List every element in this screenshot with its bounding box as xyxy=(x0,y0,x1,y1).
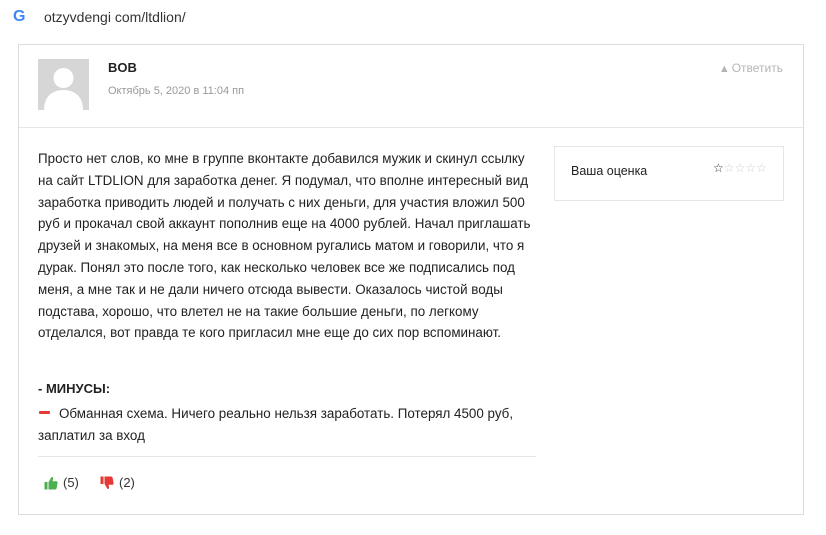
vote-up-button[interactable]: (5) xyxy=(44,475,79,490)
star-icon[interactable]: ☆ xyxy=(724,161,735,175)
comment-header: BOB Октябрь 5, 2020 в 11:04 пп ▲ Ответить xyxy=(19,45,803,128)
default-avatar-icon xyxy=(38,59,89,110)
rating-box: Ваша оценка ☆☆☆☆☆ xyxy=(554,146,784,201)
minus-item: Обманная схема. Ничего реально нельзя за… xyxy=(38,403,538,447)
thumbs-up-icon xyxy=(44,476,58,489)
star-icon[interactable]: ☆ xyxy=(745,161,756,175)
vote-down-count: (2) xyxy=(119,475,135,490)
star-icon[interactable]: ☆ xyxy=(713,161,724,175)
comment-author[interactable]: BOB xyxy=(108,60,137,75)
minuses-title: - МИНУСЫ: xyxy=(38,381,111,396)
comment-date[interactable]: Октябрь 5, 2020 в 11:04 пп xyxy=(108,85,244,97)
comment-card: BOB Октябрь 5, 2020 в 11:04 пп ▲ Ответить… xyxy=(18,44,804,515)
vote-up-count: (5) xyxy=(63,475,79,490)
avatar xyxy=(38,59,89,110)
minus-item-text: Обманная схема. Ничего реально нельзя за… xyxy=(38,406,514,443)
thumbs-down-icon xyxy=(100,476,114,489)
arrow-up-icon: ▲ xyxy=(718,63,730,75)
url-text[interactable]: otzyvdengi com/ltdlion/ xyxy=(44,9,186,25)
minus-icon xyxy=(39,411,50,415)
vote-down-button[interactable]: (2) xyxy=(100,475,135,490)
browser-bar: G otzyvdengi com/ltdlion/ xyxy=(0,0,826,36)
reply-button[interactable]: ▲ Ответить xyxy=(719,61,783,75)
comment-text: Просто нет слов, ко мне в группе вконтак… xyxy=(38,151,531,341)
divider xyxy=(38,456,536,457)
rating-label: Ваша оценка xyxy=(571,164,648,178)
reply-label: Ответить xyxy=(731,61,783,75)
star-rating[interactable]: ☆☆☆☆☆ xyxy=(713,161,767,175)
star-icon[interactable]: ☆ xyxy=(756,161,767,175)
star-icon[interactable]: ☆ xyxy=(735,161,746,175)
google-icon: G xyxy=(13,8,26,25)
